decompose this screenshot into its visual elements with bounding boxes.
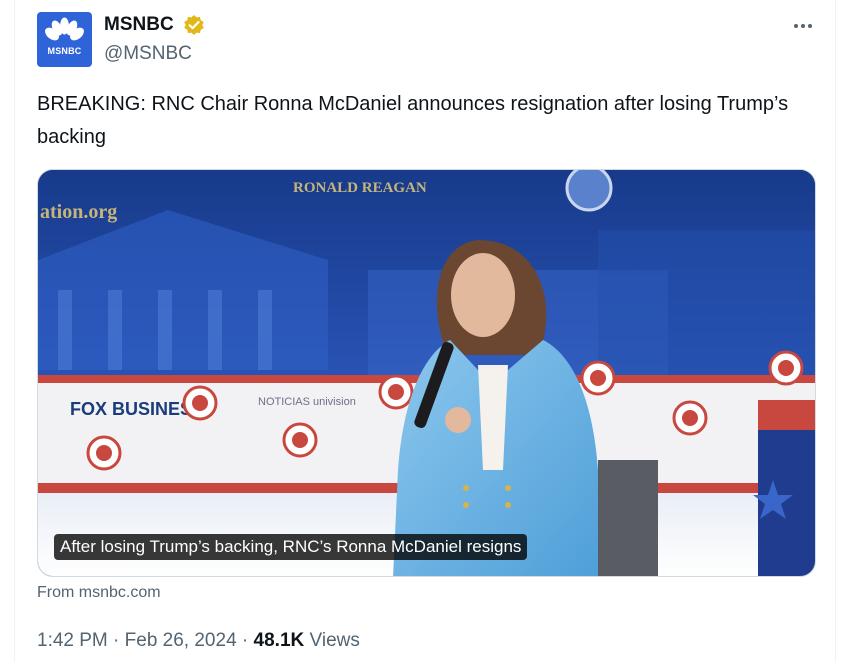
account-name[interactable]: MSNBC (104, 14, 174, 36)
background-website-text: ation.org (40, 201, 117, 223)
tweet-meta: 1:42 PM · Feb 26, 2024 · 48.1K Views (37, 630, 360, 652)
account-handle[interactable]: @MSNBC (104, 43, 192, 65)
views-count[interactable]: 48.1K (254, 630, 305, 651)
more-options-icon[interactable] (790, 14, 816, 38)
msnbc-peacock-icon (45, 17, 84, 41)
tweet-time[interactable]: 1:42 PM (37, 630, 108, 651)
tweet-date[interactable]: Feb 26, 2024 (125, 630, 237, 651)
tweet-text: BREAKING: RNC Chair Ronna McDaniel annou… (37, 93, 789, 148)
views-label: Views (309, 630, 360, 651)
tweet-media-image[interactable]: ation.org RONALD REAGAN FOX BUSINESS NOT… (37, 169, 816, 577)
avatar-wordmark: MSNBC (47, 46, 82, 56)
sponsor-univision-logo: NOTICIAS univision (258, 396, 356, 408)
meta-separator: · (113, 630, 120, 651)
avatar[interactable]: MSNBC (37, 12, 92, 67)
background-reagan-text: RONALD REAGAN (293, 180, 427, 196)
event-photo: ation.org RONALD REAGAN FOX BUSINESS NOT… (38, 170, 815, 576)
link-source[interactable]: From msnbc.com (37, 584, 161, 602)
verified-badge-icon[interactable] (183, 14, 205, 36)
meta-separator: · (241, 630, 249, 651)
media-caption: After losing Trump’s backing, RNC’s Ronn… (54, 534, 528, 560)
